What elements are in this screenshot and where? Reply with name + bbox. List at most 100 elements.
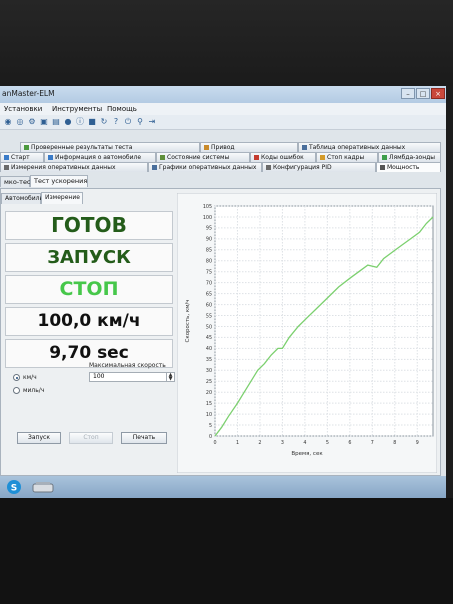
acceleration-test-panel: Автомобиль Измерение ГОТОВ ЗАПУСК СТОП 1… bbox=[0, 188, 441, 476]
maximize-button[interactable]: □ bbox=[416, 88, 430, 99]
tab-data-table[interactable]: Таблица оперативных данных bbox=[298, 142, 441, 152]
monitor-bezel-bottom bbox=[0, 498, 453, 604]
x-tick-label: 7 bbox=[371, 440, 374, 446]
x-tick-label: 8 bbox=[393, 440, 396, 446]
graph-icon bbox=[152, 165, 157, 170]
plot-area bbox=[214, 205, 434, 437]
tab-vehicle-info[interactable]: Информация о автомобиле bbox=[44, 152, 156, 162]
info-icon bbox=[48, 155, 53, 160]
y-tick-label: 35 bbox=[206, 357, 212, 363]
y-tick-label: 0 bbox=[209, 434, 212, 440]
skype-icon[interactable]: S bbox=[6, 479, 22, 495]
unit-kmh-radio[interactable] bbox=[13, 374, 20, 381]
tab-lambda-sensors[interactable]: Лямбда-зонды bbox=[378, 152, 441, 162]
max-speed-input[interactable]: 100 ▲ ▼ bbox=[89, 372, 175, 382]
scanner-icon[interactable] bbox=[32, 479, 54, 495]
title-bar[interactable]: anMaster-ELM – □ × bbox=[0, 86, 446, 103]
window-title: anMaster-ELM bbox=[2, 89, 55, 98]
svg-text:S: S bbox=[11, 484, 17, 494]
exit-icon[interactable]: ⇥ bbox=[147, 117, 157, 127]
pid-icon bbox=[266, 165, 271, 170]
tab-test-results[interactable]: Проверенные результаты теста bbox=[20, 142, 200, 152]
menu-help[interactable]: Помощь bbox=[107, 105, 137, 113]
subtab-acceleration-test[interactable]: Тест ускорения bbox=[30, 175, 88, 187]
tab-label: Лямбда-зонды bbox=[389, 154, 436, 161]
y-tick-label: 55 bbox=[206, 313, 212, 319]
tab-label: Стоп кадры bbox=[327, 154, 365, 161]
link-icon[interactable]: ⚲ bbox=[135, 117, 145, 127]
close-button[interactable]: × bbox=[431, 88, 445, 99]
y-tick-label: 10 bbox=[206, 412, 212, 418]
system-icon bbox=[160, 155, 165, 160]
print-button[interactable]: Печать bbox=[121, 432, 167, 444]
tab-label: Графики оперативных данных bbox=[159, 164, 257, 171]
refresh-icon[interactable]: ↻ bbox=[99, 117, 109, 127]
connect-icon[interactable]: ◉ bbox=[3, 117, 13, 127]
help-icon[interactable]: ? bbox=[111, 117, 121, 127]
power-icon[interactable]: ⏻ bbox=[123, 117, 133, 127]
power-icon bbox=[380, 165, 385, 170]
y-tick-label: 30 bbox=[206, 368, 212, 374]
status-launch: ЗАПУСК bbox=[5, 243, 173, 272]
y-tick-label: 15 bbox=[206, 401, 212, 407]
tab-live-measure[interactable]: Измерения оперативных данных bbox=[0, 162, 148, 172]
tab-drive[interactable]: Привод bbox=[200, 142, 298, 152]
table-icon bbox=[302, 145, 307, 150]
minimize-button[interactable]: – bbox=[401, 88, 415, 99]
y-tick-label: 75 bbox=[206, 270, 212, 276]
x-axis-label: Время, сек bbox=[291, 451, 323, 457]
status-launch-text: ЗАПУСК bbox=[47, 247, 131, 268]
status-stop: СТОП bbox=[5, 275, 173, 304]
tab-start[interactable]: Старт bbox=[0, 152, 44, 162]
unit-mph-radio[interactable] bbox=[13, 387, 20, 394]
subtab-dyno-test[interactable]: мко-тест bbox=[0, 176, 34, 187]
status-ready: ГОТОВ bbox=[5, 211, 173, 240]
tab-pid-config[interactable]: Конфигурация PID bbox=[262, 162, 376, 172]
settings-icon[interactable]: ⚙ bbox=[27, 117, 37, 127]
measure-icon bbox=[4, 165, 9, 170]
start-button[interactable]: Запуск bbox=[17, 432, 61, 444]
x-tick-label: 0 bbox=[213, 440, 216, 446]
x-tick-label: 9 bbox=[416, 440, 419, 446]
menu-bar: Установки Инструменты Помощь bbox=[0, 103, 446, 115]
tab-label: Проверенные результаты теста bbox=[31, 144, 133, 151]
stop-icon[interactable]: ■ bbox=[87, 117, 97, 127]
max-speed-label: Максимальная скорость bbox=[89, 362, 166, 369]
status-stop-text: СТОП bbox=[59, 278, 119, 300]
y-tick-label: 85 bbox=[206, 248, 212, 254]
y-tick-label: 25 bbox=[206, 379, 212, 385]
tab-label: Мощность bbox=[387, 164, 420, 171]
unit-mph-label: миль/ч bbox=[23, 387, 45, 394]
y-tick-label: 20 bbox=[206, 390, 212, 396]
spin-arrows-icon[interactable]: ▲ ▼ bbox=[166, 373, 174, 382]
tab-label: Информация о автомобиле bbox=[55, 154, 142, 161]
print-icon[interactable]: ▤ bbox=[51, 117, 61, 127]
tab-label: Измерения оперативных данных bbox=[11, 164, 116, 171]
disconnect-icon[interactable]: ◎ bbox=[15, 117, 25, 127]
menu-settings[interactable]: Установки bbox=[4, 105, 42, 113]
x-tick-label: 1 bbox=[236, 440, 239, 446]
y-tick-label: 45 bbox=[206, 335, 212, 341]
error-codes-icon bbox=[254, 155, 259, 160]
tab-system-state[interactable]: Состояние системы bbox=[156, 152, 250, 162]
y-tick-label: 70 bbox=[206, 280, 212, 286]
check-icon bbox=[24, 145, 29, 150]
tab-power[interactable]: Мощность bbox=[376, 162, 441, 172]
tab-live-graphs[interactable]: Графики оперативных данных bbox=[148, 162, 262, 172]
innertab-measurement[interactable]: Измерение bbox=[41, 192, 83, 204]
tab-freeze-frames[interactable]: Стоп кадры bbox=[316, 152, 378, 162]
record-icon[interactable]: ● bbox=[63, 117, 73, 127]
x-tick-label: 4 bbox=[303, 440, 306, 446]
stop-button[interactable]: Стоп bbox=[69, 432, 113, 444]
save-icon[interactable]: ▣ bbox=[39, 117, 49, 127]
speed-time-chart: 0510152025303540455055606570758085909510… bbox=[177, 193, 437, 473]
tab-label: Привод bbox=[211, 144, 235, 151]
innertab-vehicle[interactable]: Автомобиль bbox=[1, 193, 43, 204]
y-tick-label: 90 bbox=[206, 237, 212, 243]
max-speed-value: 100 bbox=[93, 373, 105, 380]
menu-tools[interactable]: Инструменты bbox=[52, 105, 102, 113]
y-tick-label: 105 bbox=[203, 204, 212, 210]
info-icon[interactable]: ⓘ bbox=[75, 117, 85, 127]
x-tick-label: 6 bbox=[348, 440, 351, 446]
tab-error-codes[interactable]: Коды ошибок bbox=[250, 152, 316, 162]
